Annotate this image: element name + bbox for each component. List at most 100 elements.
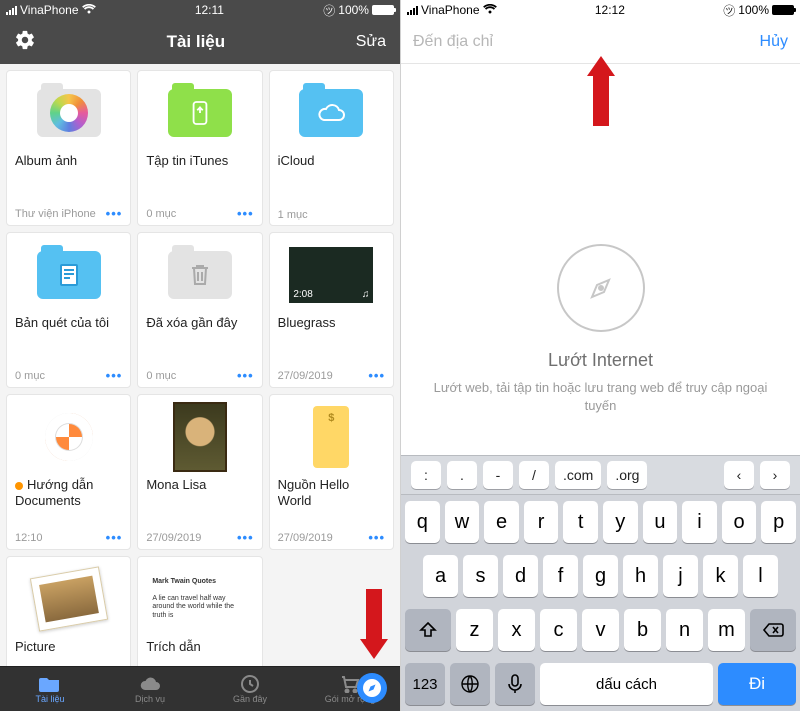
next-field-button[interactable]: › xyxy=(760,461,790,489)
card-picture[interactable]: Picture xyxy=(6,556,131,666)
more-button[interactable]: ••• xyxy=(237,206,254,221)
card-icloud[interactable]: iCloud 1 mục xyxy=(269,70,394,226)
acc-key[interactable]: - xyxy=(483,461,513,489)
tab-label: Dịch vụ xyxy=(135,694,165,704)
key[interactable]: m xyxy=(708,609,745,651)
card-title: Nguồn Hello World xyxy=(278,477,385,509)
more-button[interactable]: ••• xyxy=(237,530,254,545)
card-sub: 0 mục xyxy=(146,370,176,382)
unread-dot-icon xyxy=(15,482,23,490)
key[interactable]: o xyxy=(722,501,757,543)
key[interactable]: e xyxy=(484,501,519,543)
card-title: iCloud xyxy=(278,153,385,185)
card-helloworld[interactable]: Nguồn Hello World 27/09/2019 ••• xyxy=(269,394,394,550)
image-thumb xyxy=(29,566,107,631)
card-title: Mona Lisa xyxy=(146,477,253,509)
rotation-lock-icon: ㋡ xyxy=(323,2,335,19)
key[interactable]: f xyxy=(543,555,578,597)
key-row: qwertyuiop xyxy=(401,495,800,549)
key[interactable]: u xyxy=(643,501,678,543)
acc-key[interactable]: .com xyxy=(555,461,601,489)
keyboard-accessory: : . - / .com .org ‹ › xyxy=(401,455,800,495)
backspace-key[interactable] xyxy=(750,609,796,651)
more-button[interactable]: ••• xyxy=(106,206,123,221)
tab-services[interactable]: Dịch vụ xyxy=(100,667,200,711)
wifi-icon xyxy=(82,3,96,17)
more-button[interactable]: ••• xyxy=(237,368,254,383)
card-itunes[interactable]: Tập tin iTunes 0 mục••• xyxy=(137,70,262,226)
empty-heading: Lướt Internet xyxy=(548,350,653,371)
image-thumb xyxy=(173,402,227,472)
key[interactable]: b xyxy=(624,609,661,651)
key[interactable]: r xyxy=(524,501,559,543)
key-row: 123 dấu cách Đi xyxy=(401,657,800,711)
key[interactable]: w xyxy=(445,501,480,543)
key[interactable]: x xyxy=(498,609,535,651)
key[interactable]: y xyxy=(603,501,638,543)
more-button[interactable]: ••• xyxy=(106,368,123,383)
space-key[interactable]: dấu cách xyxy=(540,663,713,705)
key[interactable]: v xyxy=(582,609,619,651)
go-key[interactable]: Đi xyxy=(718,663,796,705)
shift-key[interactable] xyxy=(405,609,451,651)
key[interactable]: s xyxy=(463,555,498,597)
card-album[interactable]: Album ảnh Thư viện iPhone••• xyxy=(6,70,131,226)
key[interactable]: l xyxy=(743,555,778,597)
lifebuoy-icon xyxy=(45,413,93,461)
battery-pct: 100% xyxy=(738,3,769,17)
compass-icon xyxy=(557,244,645,332)
acc-key[interactable]: .org xyxy=(607,461,647,489)
browser-button[interactable] xyxy=(350,668,394,708)
carrier: VinaPhone xyxy=(20,3,79,17)
key[interactable]: j xyxy=(663,555,698,597)
acc-key[interactable]: . xyxy=(447,461,477,489)
folder-icon xyxy=(168,89,232,137)
settings-button[interactable] xyxy=(14,29,36,56)
more-button[interactable]: ••• xyxy=(368,368,385,383)
key[interactable]: c xyxy=(540,609,577,651)
card-monalisa[interactable]: Mona Lisa 27/09/2019••• xyxy=(137,394,262,550)
card-sub: 0 mục xyxy=(15,370,45,382)
card-title: Album ảnh xyxy=(15,153,122,185)
tab-documents[interactable]: Tài liệu xyxy=(0,667,100,711)
key[interactable]: z xyxy=(456,609,493,651)
key[interactable]: t xyxy=(563,501,598,543)
card-guide[interactable]: Hướng dẫn Documents 12:10••• xyxy=(6,394,131,550)
key[interactable]: q xyxy=(405,501,440,543)
more-button[interactable]: ••• xyxy=(106,530,123,545)
cancel-button[interactable]: Hủy xyxy=(760,33,788,51)
edit-button[interactable]: Sửa xyxy=(356,33,386,51)
address-bar: Đến địa chỉ Hủy xyxy=(401,20,800,64)
key[interactable]: g xyxy=(583,555,618,597)
battery-icon xyxy=(372,5,394,15)
acc-key[interactable]: : xyxy=(411,461,441,489)
navbar-title: Tài liệu xyxy=(167,32,226,52)
acc-key[interactable]: / xyxy=(519,461,549,489)
card-scans[interactable]: Bản quét của tôi 0 mục••• xyxy=(6,232,131,388)
tab-bar: Tài liệu Dịch vụ Gần đây Gói mở rộng xyxy=(0,666,400,711)
card-bluegrass[interactable]: 2:08♫ Bluegrass 27/09/2019••• xyxy=(269,232,394,388)
music-icon: ♫ xyxy=(362,289,370,300)
key[interactable]: h xyxy=(623,555,658,597)
more-button[interactable]: ••• xyxy=(368,530,385,545)
url-input[interactable]: Đến địa chỉ xyxy=(413,33,750,51)
key[interactable]: i xyxy=(682,501,717,543)
card-sub: 27/09/2019 xyxy=(278,532,333,544)
card-title: Tập tin iTunes xyxy=(146,153,253,185)
key[interactable]: d xyxy=(503,555,538,597)
clock: 12:11 xyxy=(195,3,224,17)
card-trash[interactable]: Đã xóa gần đây 0 mục••• xyxy=(137,232,262,388)
documents-grid[interactable]: Album ảnh Thư viện iPhone••• Tập tin iTu… xyxy=(0,64,400,666)
status-bar: VinaPhone 12:12 ㋡ 100% xyxy=(401,0,800,20)
tab-label: Tài liệu xyxy=(35,694,64,704)
tab-recent[interactable]: Gần đây xyxy=(200,667,300,711)
globe-key[interactable] xyxy=(450,663,490,705)
key[interactable]: p xyxy=(761,501,796,543)
card-quote[interactable]: Mark Twain QuotesA lie can travel half w… xyxy=(137,556,262,666)
key[interactable]: n xyxy=(666,609,703,651)
dictation-key[interactable] xyxy=(495,663,535,705)
numbers-key[interactable]: 123 xyxy=(405,663,445,705)
prev-field-button[interactable]: ‹ xyxy=(724,461,754,489)
key[interactable]: a xyxy=(423,555,458,597)
key[interactable]: k xyxy=(703,555,738,597)
